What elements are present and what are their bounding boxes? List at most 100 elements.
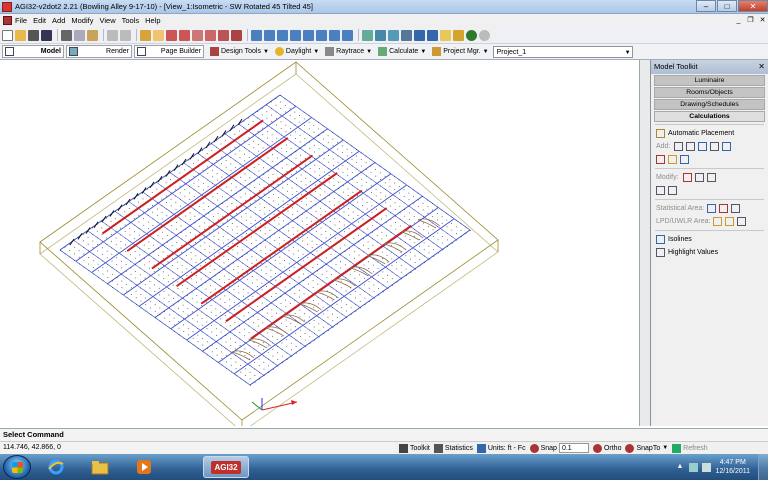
tray-arrow-icon[interactable]: ▲: [676, 463, 685, 472]
view-top-icon[interactable]: [251, 29, 262, 41]
stat-area-edit-icon[interactable]: [731, 204, 741, 213]
stat-area-remove-icon[interactable]: [719, 204, 729, 213]
project-select[interactable]: Project_1 ▼: [492, 45, 633, 58]
network-icon[interactable]: [689, 462, 699, 472]
copy-icon[interactable]: [74, 29, 85, 41]
disabled-icon[interactable]: [479, 29, 490, 41]
drawing-canvas[interactable]: [0, 60, 640, 426]
modify-split-icon[interactable]: [694, 173, 704, 182]
layer-icon[interactable]: [375, 29, 386, 41]
print-icon[interactable]: [61, 29, 72, 41]
view-layers-icon[interactable]: [342, 29, 353, 41]
page-builder-tab[interactable]: Page Builder: [134, 45, 204, 58]
lpd-remove-icon[interactable]: [737, 217, 747, 226]
zoom-extents-icon[interactable]: [205, 29, 216, 41]
info-icon[interactable]: [414, 29, 425, 41]
pencil-icon[interactable]: [140, 29, 151, 41]
app-icon[interactable]: [2, 1, 12, 12]
menu-help[interactable]: Help: [145, 16, 160, 25]
paste-icon[interactable]: [87, 29, 98, 41]
line-icon[interactable]: [686, 142, 696, 151]
taskbar-media-player[interactable]: [125, 456, 163, 478]
stat-area-icon[interactable]: [707, 204, 717, 213]
menu-tools[interactable]: Tools: [122, 16, 140, 25]
taskbar-ie[interactable]: [37, 456, 75, 478]
tab-calculations[interactable]: Calculations: [654, 111, 765, 122]
menu-add[interactable]: Add: [52, 16, 65, 25]
point-grid-icon[interactable]: [674, 142, 684, 151]
view-rotate-icon[interactable]: [303, 29, 314, 41]
units-toggle[interactable]: Units: ft - Fc: [476, 443, 526, 453]
view-iso-icon[interactable]: [264, 29, 275, 41]
view-walk-icon[interactable]: [329, 29, 340, 41]
download-icon[interactable]: [28, 29, 39, 41]
lpd-edit-icon[interactable]: [725, 217, 735, 226]
toolkit-toggle[interactable]: Toolkit: [399, 443, 430, 453]
mdi-restore-button[interactable]: ❐: [745, 16, 756, 26]
save-icon[interactable]: [41, 29, 52, 41]
mdi-minimize-button[interactable]: _: [733, 16, 744, 26]
zoom-previous-icon[interactable]: [218, 29, 229, 41]
volume-icon[interactable]: [702, 462, 712, 472]
zoom-out-icon[interactable]: [179, 29, 190, 41]
statistics-toggle[interactable]: Statistics: [433, 443, 473, 453]
refresh-button[interactable]: Refresh: [672, 443, 708, 453]
polygon-icon[interactable]: [698, 142, 708, 151]
undo-icon[interactable]: [107, 29, 118, 41]
zoom-in-icon[interactable]: [166, 29, 177, 41]
automatic-placement-button[interactable]: Automatic Placement: [651, 127, 768, 140]
model-mode-tab[interactable]: Model: [2, 45, 64, 58]
isolines-button[interactable]: Isolines: [651, 233, 768, 246]
close-icon[interactable]: ✕: [758, 60, 765, 74]
tab-drawing-schedules[interactable]: Drawing/Schedules: [654, 99, 765, 110]
close-button[interactable]: ✕: [738, 0, 768, 12]
menu-view[interactable]: View: [99, 16, 115, 25]
snap-value-input[interactable]: 0.1: [558, 443, 589, 453]
open-folder-icon[interactable]: [15, 29, 26, 41]
query-icon[interactable]: [427, 29, 438, 41]
mdi-close-button[interactable]: ✕: [757, 16, 768, 26]
title-bar[interactable]: AGI32-v2dot2 2.21 (Bowling Alley 9-17-10…: [0, 0, 768, 14]
grid-copy-icon[interactable]: [668, 186, 677, 195]
menu-file[interactable]: File: [15, 16, 27, 25]
taskbar-explorer[interactable]: [81, 456, 119, 478]
command-prompt[interactable]: Select Command: [0, 428, 768, 441]
daylight-menu[interactable]: Daylight ▼: [274, 47, 319, 56]
grid-edit-icon[interactable]: [656, 186, 665, 195]
taskbar-agi32[interactable]: AGI32: [203, 456, 249, 478]
document-icon[interactable]: [3, 16, 12, 25]
modify-target-icon[interactable]: [682, 173, 692, 182]
modify-merge-icon[interactable]: [706, 173, 716, 182]
grid-toggle-icon[interactable]: [362, 29, 373, 41]
calculate-menu[interactable]: Calculate ▼: [378, 47, 426, 56]
view-front-icon[interactable]: [277, 29, 288, 41]
snap-toggle[interactable]: Snap 0.1: [529, 443, 589, 453]
design-tools-menu[interactable]: Design Tools ▼: [210, 47, 269, 56]
zoom-all-icon[interactable]: [231, 29, 242, 41]
multi-point-icon[interactable]: [656, 155, 665, 164]
isometric-model-view[interactable]: [0, 60, 640, 426]
zoom-window-icon[interactable]: [192, 29, 203, 41]
highlight-values-button[interactable]: Highlight Values: [651, 246, 768, 259]
brush-icon[interactable]: [453, 29, 464, 41]
redo-icon[interactable]: [120, 29, 131, 41]
raytrace-menu[interactable]: Raytrace ▼: [325, 47, 372, 56]
tab-luminaire[interactable]: Luminaire: [654, 75, 765, 86]
properties-icon[interactable]: [388, 29, 399, 41]
surface-icon[interactable]: [722, 142, 732, 151]
view-3d-icon[interactable]: [316, 29, 327, 41]
table-icon[interactable]: [680, 155, 689, 164]
menu-edit[interactable]: Edit: [33, 16, 46, 25]
canvas-scrollbar[interactable]: [640, 60, 650, 426]
start-button[interactable]: [3, 455, 31, 479]
hand-pan-icon[interactable]: [153, 29, 164, 41]
ortho-toggle[interactable]: Ortho: [592, 443, 621, 453]
lpd-area-icon[interactable]: [713, 217, 723, 226]
new-file-icon[interactable]: [2, 29, 13, 41]
clock[interactable]: 4:47 PM 12/16/2011: [715, 458, 750, 476]
snap-icon[interactable]: [401, 29, 412, 41]
view-side-icon[interactable]: [290, 29, 301, 41]
snapto-toggle[interactable]: SnapTo ▼: [625, 443, 668, 453]
render-mode-tab[interactable]: Render: [66, 45, 132, 58]
edit-icon[interactable]: [440, 29, 451, 41]
